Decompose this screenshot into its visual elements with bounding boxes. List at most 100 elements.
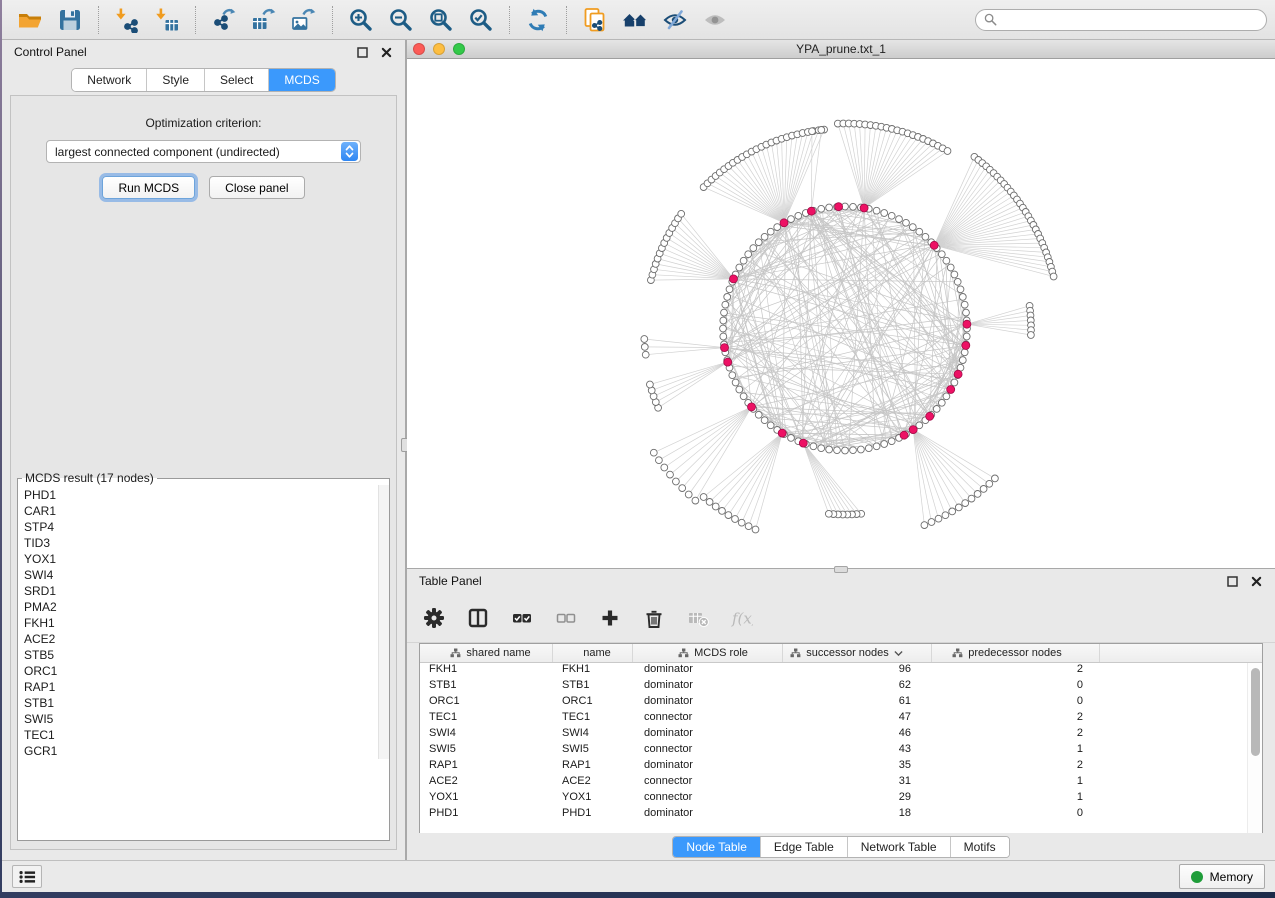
horizontal-splitter-handle[interactable] (834, 566, 848, 573)
table-row[interactable]: PHD1 PHD1 dominator 18 0 (420, 807, 1262, 823)
import-table-button[interactable] (147, 3, 187, 37)
optimization-criterion-select[interactable]: largest connected component (undirected) (46, 140, 361, 163)
task-history-button[interactable] (12, 865, 42, 888)
close-panel-icon[interactable] (379, 45, 393, 59)
tab-edge-table[interactable]: Edge Table (761, 837, 848, 857)
close-table-panel-icon[interactable] (1249, 574, 1263, 588)
float-table-panel-icon[interactable] (1225, 574, 1239, 588)
mcds-result-item[interactable]: TID3 (24, 535, 378, 551)
tab-mcds[interactable]: MCDS (269, 69, 334, 91)
mcds-result-item[interactable]: STP4 (24, 519, 378, 535)
window-minimize-button[interactable] (433, 43, 445, 55)
add-entry-button[interactable] (599, 607, 621, 629)
column-settings-button[interactable] (423, 607, 445, 629)
mcds-result-item[interactable]: SRD1 (24, 583, 378, 599)
column-header-mcds-role[interactable]: MCDS role (633, 644, 783, 662)
table-row[interactable]: SWI5 SWI5 connector 43 1 (420, 743, 1262, 759)
mcds-result-item[interactable]: SWI4 (24, 567, 378, 583)
tab-network-table[interactable]: Network Table (848, 837, 951, 857)
import-network-button[interactable] (107, 3, 147, 37)
search-input[interactable] (1003, 13, 1258, 27)
cell-successor-nodes: 62 (783, 679, 932, 695)
table-row[interactable]: TEC1 TEC1 connector 47 2 (420, 711, 1262, 727)
column-header-name[interactable]: name (553, 644, 633, 662)
mcds-result-item[interactable]: PHD1 (24, 487, 378, 503)
zoom-fit-button[interactable] (421, 3, 461, 37)
open-file-icon (17, 7, 43, 33)
cell-successor-nodes: 29 (783, 791, 932, 807)
table-row[interactable]: STB1 STB1 dominator 62 0 (420, 679, 1262, 695)
table-row[interactable]: ACE2 ACE2 connector 31 1 (420, 775, 1262, 791)
network-canvas[interactable] (407, 59, 1275, 568)
column-header-shared-name[interactable]: shared name (420, 644, 553, 662)
hide-selected-button[interactable] (655, 3, 695, 37)
mcds-result-item[interactable]: STB5 (24, 647, 378, 663)
cell-shared-name: TEC1 (420, 711, 553, 727)
zoom-selected-button[interactable] (461, 3, 501, 37)
first-neighbors-button[interactable] (615, 3, 655, 37)
export-table-button[interactable] (244, 3, 284, 37)
tab-network[interactable]: Network (72, 69, 147, 91)
select-all-button[interactable] (511, 607, 533, 629)
mcds-result-item[interactable]: YOX1 (24, 551, 378, 567)
zoom-out-button[interactable] (381, 3, 421, 37)
mcds-result-item[interactable]: ACE2 (24, 631, 378, 647)
table-row[interactable]: ORC1 ORC1 dominator 61 0 (420, 695, 1262, 711)
cell-shared-name: SWI5 (420, 743, 553, 759)
table-row[interactable]: SWI4 SWI4 dominator 46 2 (420, 727, 1262, 743)
table-scrollbar-thumb[interactable] (1251, 668, 1260, 756)
open-file-button[interactable] (10, 3, 50, 37)
search-box[interactable] (975, 9, 1267, 31)
mcds-result-item[interactable]: PMA2 (24, 599, 378, 615)
zoom-in-button[interactable] (341, 3, 381, 37)
tab-node-table[interactable]: Node Table (673, 837, 761, 857)
tab-style[interactable]: Style (147, 69, 205, 91)
mcds-list-scrollbar[interactable] (378, 485, 389, 759)
column-header-filler (1100, 644, 1262, 662)
window-maximize-button[interactable] (453, 43, 465, 55)
import-table-icon (154, 7, 180, 33)
table-scrollbar[interactable] (1247, 663, 1262, 833)
mcds-result-item[interactable]: TEC1 (24, 727, 378, 743)
export-image-button[interactable] (284, 3, 324, 37)
mcds-result-title: MCDS result (17 nodes) (22, 471, 157, 485)
cell-successor-nodes: 43 (783, 743, 932, 759)
close-panel-button[interactable]: Close panel (209, 176, 304, 199)
save-session-button[interactable] (50, 3, 90, 37)
hide-selected-icon (662, 7, 688, 33)
cell-mcds-role: connector (633, 775, 783, 791)
column-header-predecessor-nodes[interactable]: predecessor nodes (932, 644, 1100, 662)
cell-predecessor-nodes: 0 (932, 695, 1100, 711)
tab-motifs[interactable]: Motifs (951, 837, 1009, 857)
zoom-out-icon (388, 7, 414, 33)
memory-button[interactable]: Memory (1179, 864, 1265, 889)
mcds-result-item[interactable]: RAP1 (24, 679, 378, 695)
float-panel-icon[interactable] (355, 45, 369, 59)
window-close-button[interactable] (413, 43, 425, 55)
cell-mcds-role: dominator (633, 807, 783, 823)
delete-entry-button[interactable] (643, 607, 665, 629)
show-all-button[interactable] (695, 3, 735, 37)
column-header-successor-nodes[interactable]: successor nodes (783, 644, 932, 662)
tab-select[interactable]: Select (205, 69, 269, 91)
mcds-result-item[interactable]: CAR1 (24, 503, 378, 519)
table-row[interactable]: YOX1 YOX1 connector 29 1 (420, 791, 1262, 807)
table-header-row: shared name name MCDS role successor nod… (420, 644, 1262, 663)
split-panel-button[interactable] (467, 607, 489, 629)
new-network-from-selection-button[interactable] (575, 3, 615, 37)
mcds-result-item[interactable]: SWI5 (24, 711, 378, 727)
mcds-result-item[interactable]: ORC1 (24, 663, 378, 679)
table-panel-title: Table Panel (419, 574, 482, 588)
run-mcds-button[interactable]: Run MCDS (102, 176, 195, 199)
apply-preferred-layout-button[interactable] (518, 3, 558, 37)
mcds-result-item[interactable]: STB1 (24, 695, 378, 711)
export-network-button[interactable] (204, 3, 244, 37)
network-graph[interactable] (407, 59, 1275, 568)
deselect-all-button[interactable] (555, 607, 577, 629)
table-row[interactable]: FKH1 FKH1 dominator 96 2 (420, 663, 1262, 679)
table-row[interactable]: RAP1 RAP1 dominator 35 2 (420, 759, 1262, 775)
network-window-titlebar[interactable]: YPA_prune.txt_1 (407, 40, 1275, 59)
mcds-result-item[interactable]: GCR1 (24, 743, 378, 759)
mcds-result-item[interactable]: FKH1 (24, 615, 378, 631)
network-view-panel: YPA_prune.txt_1 (407, 40, 1275, 569)
